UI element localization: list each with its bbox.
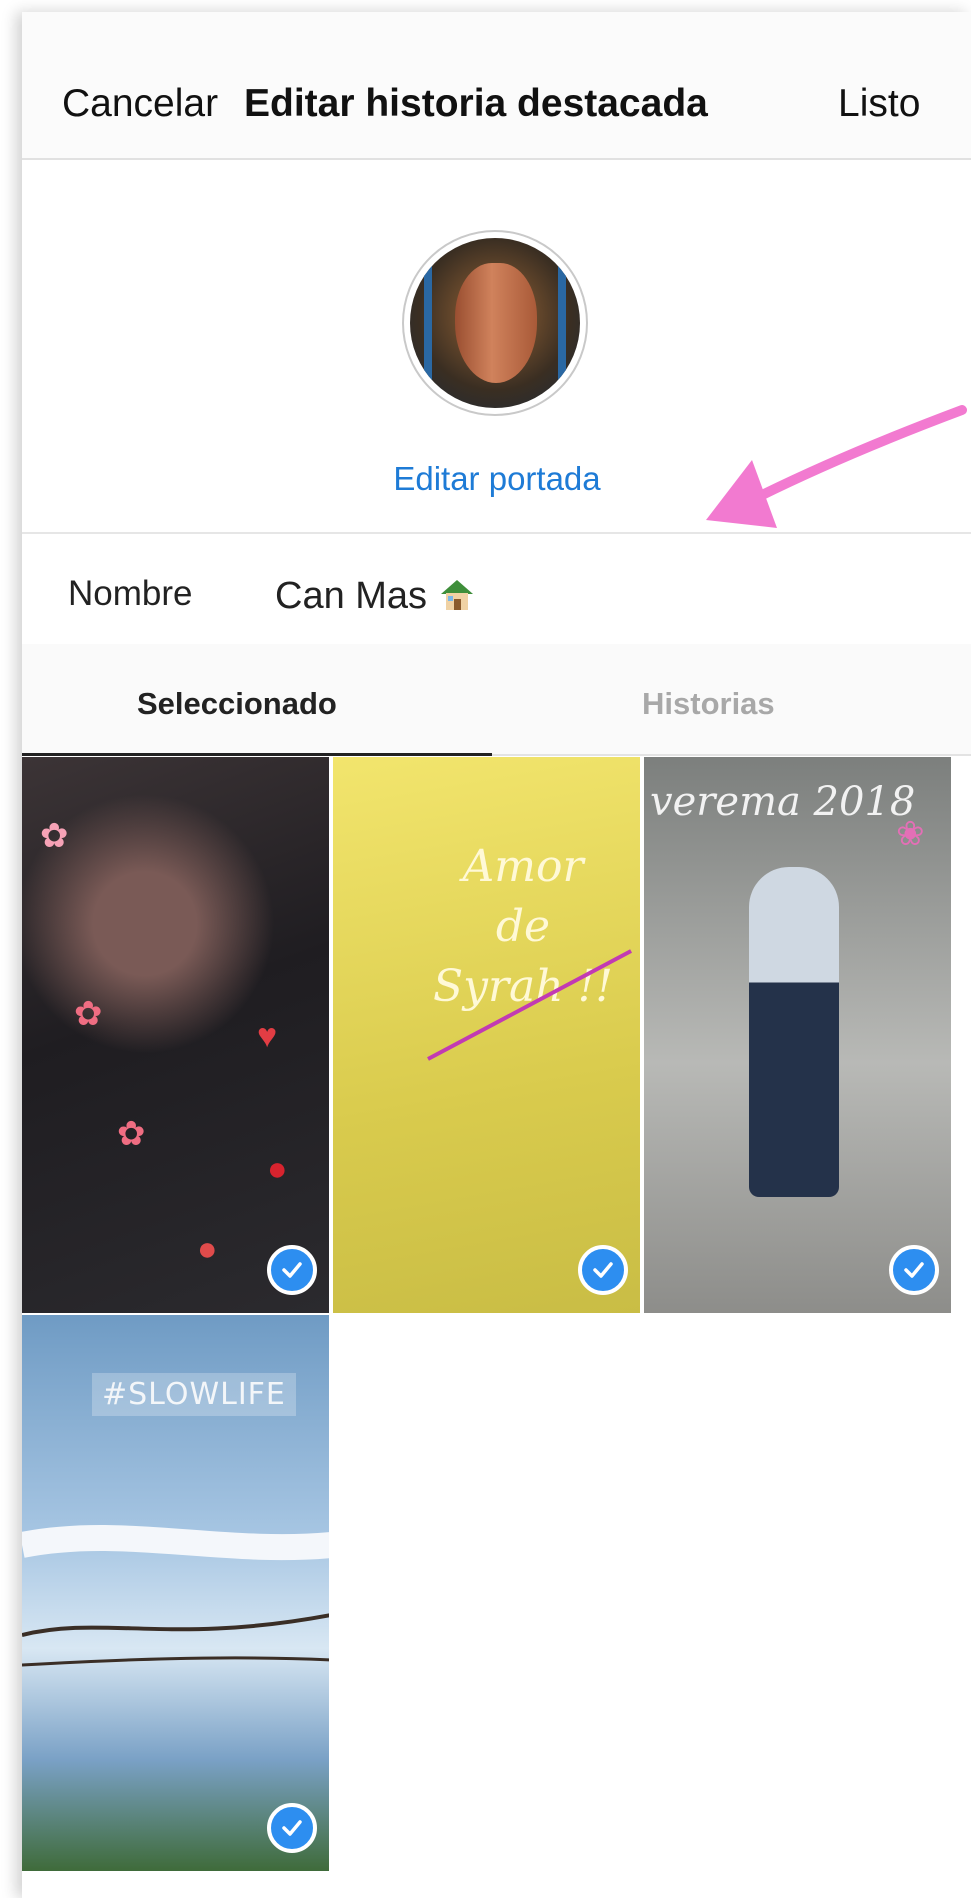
name-row: Nombre Can Mas <box>22 534 971 644</box>
story-overlay-text: Amor de Syrah !! <box>433 837 613 1017</box>
selected-check-icon[interactable] <box>578 1245 628 1295</box>
house-emoji-icon <box>441 580 474 610</box>
story-thumbnail[interactable]: #SLOWLIFE <box>22 1315 331 1871</box>
rose-sticker-icon: ● <box>267 1150 288 1188</box>
edit-highlight-screen: Cancelar Editar historia destacada Listo… <box>22 12 971 1898</box>
branch-illustration <box>22 1524 329 1667</box>
person-figure <box>749 867 839 1197</box>
edit-cover-link[interactable]: Editar portada <box>367 460 627 498</box>
tab-selected[interactable]: Seleccionado <box>137 686 337 722</box>
overlay-line: de <box>495 901 551 952</box>
tab-bar: Seleccionado Historias <box>22 644 971 756</box>
flower-sticker-icon: ✿ <box>117 1115 146 1153</box>
selected-check-icon[interactable] <box>889 1245 939 1295</box>
name-value: Can Mas <box>275 575 428 617</box>
background-post <box>424 258 432 398</box>
navigation-bar: Cancelar Editar historia destacada Listo <box>22 12 971 160</box>
cancel-button[interactable]: Cancelar <box>62 82 218 126</box>
selected-check-icon[interactable] <box>267 1245 317 1295</box>
story-thumbnail[interactable]: ✿ ✿ ✿ ♥ ● ● <box>22 757 331 1313</box>
flower-sticker-icon: ✿ <box>40 817 69 855</box>
story-thumbnail[interactable]: Amor de Syrah !! <box>333 757 642 1313</box>
done-button[interactable]: Listo <box>838 82 920 126</box>
amphora-shape <box>455 263 537 383</box>
name-label: Nombre <box>68 574 193 613</box>
cover-section: Editar portada <box>22 160 971 534</box>
flower-sticker-icon: ✿ <box>74 995 103 1033</box>
tab-stories[interactable]: Historias <box>642 686 775 722</box>
pink-arrow-annotation <box>706 405 967 528</box>
strawberry-sticker-icon: ● <box>197 1230 218 1268</box>
background-post <box>558 258 566 398</box>
overlay-line: Amor <box>462 841 584 892</box>
heart-sticker-icon: ♥ <box>257 1017 278 1055</box>
story-thumbnail[interactable]: verema 2018 ❀ <box>644 757 953 1313</box>
selected-check-icon[interactable] <box>267 1803 317 1853</box>
active-tab-indicator <box>22 753 492 756</box>
name-input[interactable]: Can Mas <box>275 574 477 618</box>
screen-title: Editar historia destacada <box>244 82 708 125</box>
cover-image <box>410 238 580 408</box>
story-overlay-text: verema 2018 <box>650 779 916 825</box>
grapes-sticker-icon: ❀ <box>896 815 925 853</box>
cover-avatar[interactable] <box>402 230 588 416</box>
